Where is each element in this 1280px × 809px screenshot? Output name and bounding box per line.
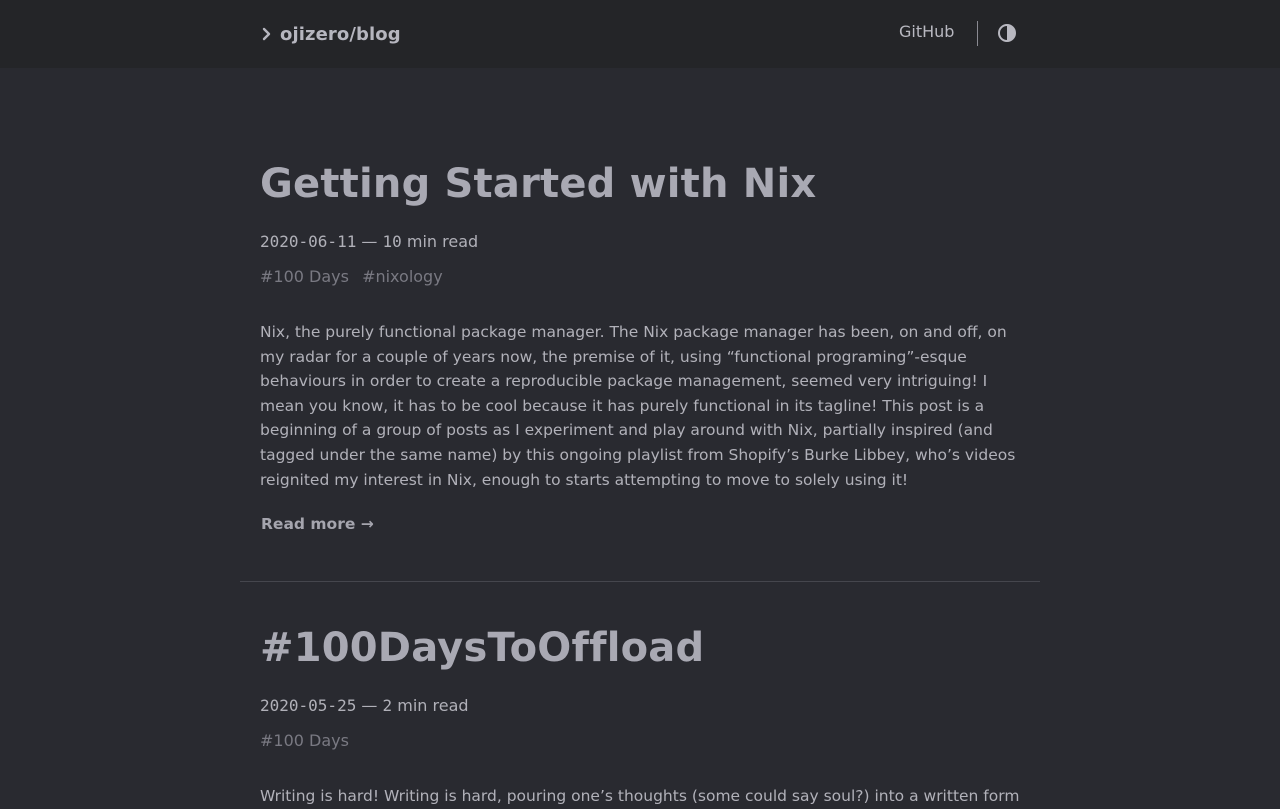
tag-link[interactable]: #100 Days	[260, 267, 349, 286]
nav-divider	[977, 21, 978, 46]
contrast-icon[interactable]	[996, 22, 1018, 44]
tag-link[interactable]: #100 Days	[260, 731, 349, 750]
meta-separator: —	[361, 232, 378, 251]
read-more-link[interactable]: Read more →	[261, 515, 374, 533]
post-title[interactable]: #100DaysToOffload	[260, 624, 1020, 672]
post-date: 2020-06-11	[260, 232, 357, 251]
meta-separator: —	[361, 696, 378, 715]
top-navbar: ojizero/blog GitHub	[0, 0, 1280, 68]
nav-github-link[interactable]: GitHub	[899, 22, 954, 41]
chevron-right-icon	[262, 27, 271, 41]
blog-logo-link[interactable]: ojizero/blog	[260, 21, 401, 47]
post-date: 2020-05-25	[260, 696, 357, 715]
post-title[interactable]: Getting Started with Nix	[260, 160, 1020, 208]
read-time-unit: min read	[397, 696, 469, 715]
post-meta: 2020-06-11 — 10 min read	[260, 232, 478, 251]
post-meta: 2020-05-25 — 2 min read	[260, 696, 469, 715]
read-time-number: 2	[382, 696, 393, 715]
read-time-unit: min read	[406, 232, 479, 251]
post-excerpt: Nix, the purely functional package manag…	[260, 323, 1016, 489]
post-divider	[240, 581, 1040, 582]
post-tags: #100 Days	[260, 731, 357, 750]
post-card: Getting Started with Nix 2020-06-11 — 10…	[260, 160, 1020, 533]
blog-logo-text: ojizero/blog	[280, 23, 401, 45]
post-excerpt: Writing is hard! Writing is hard, pourin…	[260, 787, 1020, 805]
read-time-number: 10	[382, 232, 402, 251]
tag-link[interactable]: #nixology	[362, 267, 443, 286]
post-tags: #100 Days #nixology	[260, 267, 451, 286]
post-card: #100DaysToOffload 2020-05-25 — 2 min rea…	[260, 624, 1020, 805]
